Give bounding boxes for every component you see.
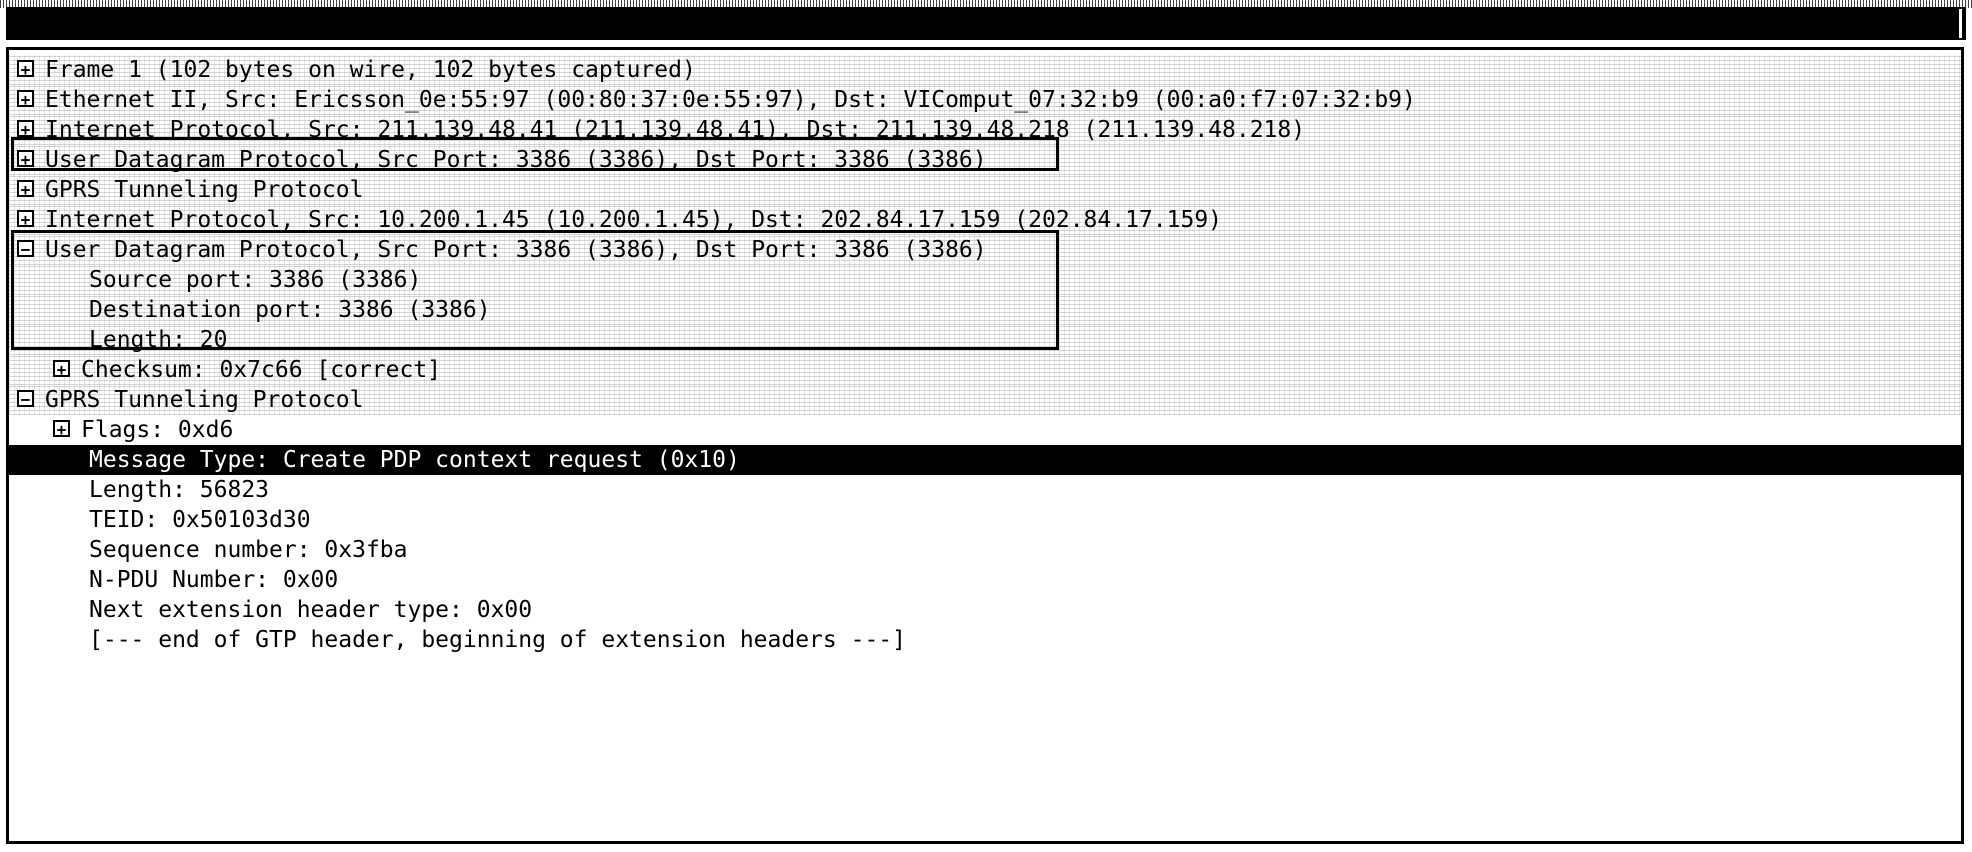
detail-row-content: Ethernet II, Src: Ericsson_0e:55:97 (00:… bbox=[17, 87, 1416, 113]
detail-row-label: N-PDU Number: 0x00 bbox=[89, 567, 339, 593]
detail-row-content: User Datagram Protocol, Src Port: 3386 (… bbox=[17, 147, 987, 173]
detail-row-content: Length: 20 bbox=[89, 327, 227, 353]
detail-row-content: Internet Protocol, Src: 211.139.48.41 (2… bbox=[17, 117, 1305, 143]
detail-row-ip-outer[interactable]: Internet Protocol, Src: 211.139.48.41 (2… bbox=[9, 115, 1961, 145]
detail-row-content: Checksum: 0x7c66 [correct] bbox=[53, 357, 441, 383]
expand-icon[interactable] bbox=[53, 420, 70, 437]
expand-icon[interactable] bbox=[53, 360, 70, 377]
detail-row-label: Sequence number: 0x3fba bbox=[89, 537, 408, 563]
detail-row-source-port[interactable]: Source port: 3386 (3386) bbox=[9, 265, 1961, 295]
packet-detail-tree: Frame 1 (102 bytes on wire, 102 bytes ca… bbox=[9, 50, 1961, 655]
detail-row-content: GPRS Tunneling Protocol bbox=[17, 177, 364, 203]
detail-row-label: Message Type: Create PDP context request… bbox=[89, 447, 740, 473]
detail-row-label: User Datagram Protocol, Src Port: 3386 (… bbox=[45, 147, 987, 173]
packet-list-pane: 1 2000-01-04 17:28:09.061451435 10.200.1… bbox=[0, 0, 1972, 44]
expand-icon[interactable] bbox=[17, 60, 34, 77]
detail-row-content: Frame 1 (102 bytes on wire, 102 bytes ca… bbox=[17, 57, 696, 83]
detail-row-gtp-teid[interactable]: TEID: 0x50103d30 bbox=[9, 505, 1961, 535]
expand-icon[interactable] bbox=[17, 210, 34, 227]
detail-row-content: [--- end of GTP header, beginning of ext… bbox=[89, 627, 906, 653]
scan-noise-overlay bbox=[9, 325, 1961, 355]
detail-row-gtp-outer[interactable]: GPRS Tunneling Protocol bbox=[9, 175, 1961, 205]
detail-row-content: Source port: 3386 (3386) bbox=[89, 267, 421, 293]
expand-icon[interactable] bbox=[17, 90, 34, 107]
detail-row-frame[interactable]: Frame 1 (102 bytes on wire, 102 bytes ca… bbox=[9, 55, 1961, 85]
expand-icon[interactable] bbox=[17, 150, 34, 167]
detail-row-content: Message Type: Create PDP context request… bbox=[89, 447, 740, 473]
detail-row-content: GPRS Tunneling Protocol bbox=[17, 387, 364, 413]
packet-list-selected-row[interactable]: 1 2000-01-04 17:28:09.061451435 10.200.1… bbox=[6, 7, 1966, 40]
detail-row-label: GPRS Tunneling Protocol bbox=[45, 177, 364, 203]
detail-row-label: GPRS Tunneling Protocol bbox=[45, 387, 364, 413]
detail-row-label: [--- end of GTP header, beginning of ext… bbox=[89, 627, 906, 653]
detail-row-content: Length: 56823 bbox=[89, 477, 269, 503]
detail-row-udp-checksum[interactable]: Checksum: 0x7c66 [correct] bbox=[9, 355, 1961, 385]
detail-row-udp-length[interactable]: Length: 20 bbox=[9, 325, 1961, 355]
detail-row-content: N-PDU Number: 0x00 bbox=[89, 567, 338, 593]
detail-row-label: Internet Protocol, Src: 211.139.48.41 (2… bbox=[45, 117, 1306, 143]
detail-row-content: Sequence number: 0x3fba bbox=[89, 537, 408, 563]
packet-detail-pane[interactable]: Frame 1 (102 bytes on wire, 102 bytes ca… bbox=[6, 47, 1964, 844]
detail-row-gtp-flags[interactable]: Flags: 0xd6 bbox=[9, 415, 1961, 445]
detail-row-udp-inner[interactable]: User Datagram Protocol, Src Port: 3386 (… bbox=[9, 235, 1961, 265]
detail-row-content: Flags: 0xd6 bbox=[53, 417, 233, 443]
window-bottom-edge bbox=[0, 847, 1972, 852]
detail-row-label: Frame 1 (102 bytes on wire, 102 bytes ca… bbox=[45, 57, 696, 83]
detail-row-gtp-npdu-number[interactable]: N-PDU Number: 0x00 bbox=[9, 565, 1961, 595]
expand-icon[interactable] bbox=[17, 180, 34, 197]
detail-row-content: Destination port: 3386 (3386) bbox=[89, 297, 491, 323]
detail-row-gtp-sequence-number[interactable]: Sequence number: 0x3fba bbox=[9, 535, 1961, 565]
detail-row-content: User Datagram Protocol, Src Port: 3386 (… bbox=[17, 237, 987, 263]
expand-icon[interactable] bbox=[17, 120, 34, 137]
detail-row-label: Flags: 0xd6 bbox=[81, 417, 234, 443]
detail-row-content: Next extension header type: 0x00 bbox=[89, 597, 532, 623]
detail-row-label: Length: 56823 bbox=[89, 477, 270, 503]
detail-row-ethernet[interactable]: Ethernet II, Src: Ericsson_0e:55:97 (00:… bbox=[9, 85, 1961, 115]
detail-row-label: Source port: 3386 (3386) bbox=[89, 267, 422, 293]
detail-row-label: Length: 20 bbox=[89, 327, 228, 353]
detail-row-label: Ethernet II, Src: Ericsson_0e:55:97 (00:… bbox=[45, 87, 1416, 113]
detail-row-udp-outer[interactable]: User Datagram Protocol, Src Port: 3386 (… bbox=[9, 145, 1961, 175]
detail-row-label: User Datagram Protocol, Src Port: 3386 (… bbox=[45, 237, 987, 263]
detail-row-content: Internet Protocol, Src: 10.200.1.45 (10.… bbox=[17, 207, 1222, 233]
detail-row-destination-port[interactable]: Destination port: 3386 (3386) bbox=[9, 295, 1961, 325]
detail-row-label: Destination port: 3386 (3386) bbox=[89, 297, 491, 323]
detail-row-gtp-end-of-header[interactable]: [--- end of GTP header, beginning of ext… bbox=[9, 625, 1961, 655]
wireshark-window: 1 2000-01-04 17:28:09.061451435 10.200.1… bbox=[0, 0, 1972, 852]
collapse-icon[interactable] bbox=[17, 390, 34, 407]
detail-row-gtp-next-extension-header-type[interactable]: Next extension header type: 0x00 bbox=[9, 595, 1961, 625]
detail-row-gtp-inner[interactable]: GPRS Tunneling Protocol bbox=[9, 385, 1961, 415]
detail-row-label: Internet Protocol, Src: 10.200.1.45 (10.… bbox=[45, 207, 1223, 233]
text-caret bbox=[1959, 9, 1962, 38]
detail-row-label: Next extension header type: 0x00 bbox=[89, 597, 533, 623]
detail-row-label: Checksum: 0x7c66 [correct] bbox=[81, 357, 442, 383]
collapse-icon[interactable] bbox=[17, 240, 34, 257]
detail-row-gtp-length[interactable]: Length: 56823 bbox=[9, 475, 1961, 505]
detail-row-label: TEID: 0x50103d30 bbox=[89, 507, 311, 533]
detail-row-gtp-message-type[interactable]: Message Type: Create PDP context request… bbox=[9, 445, 1961, 475]
detail-row-content: TEID: 0x50103d30 bbox=[89, 507, 311, 533]
detail-row-ip-inner[interactable]: Internet Protocol, Src: 10.200.1.45 (10.… bbox=[9, 205, 1961, 235]
